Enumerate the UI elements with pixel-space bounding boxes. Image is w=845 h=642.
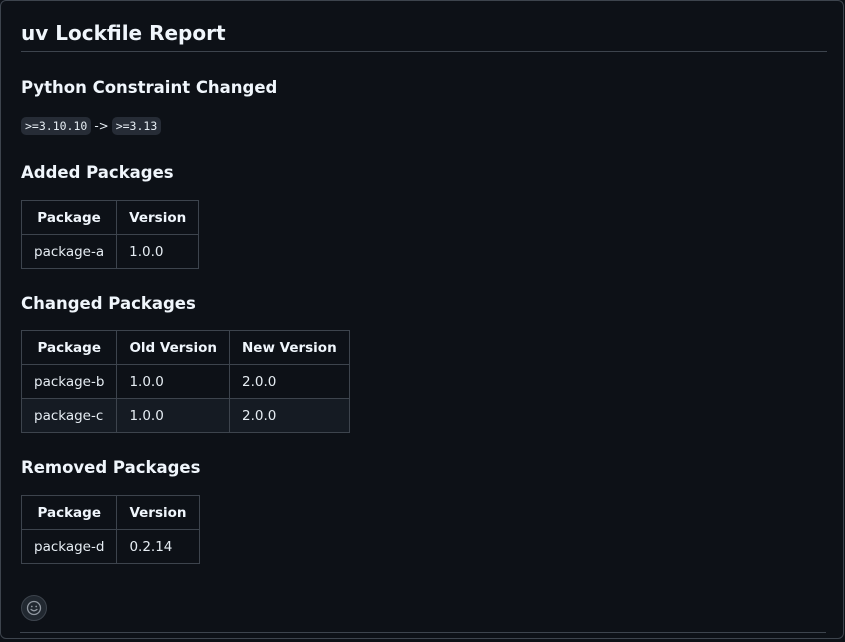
column-header: Package <box>20 495 118 530</box>
old-version-cell: 1.0.0 <box>116 364 230 399</box>
footer-divider <box>20 632 826 633</box>
added-packages-table: Package Version package-a 1.0.0 <box>20 200 200 269</box>
new-version-cell: 2.0.0 <box>228 364 350 399</box>
old-constraint: >=3.10.10 <box>21 117 92 135</box>
table-row: package-b 1.0.0 2.0.0 <box>20 364 350 399</box>
added-packages-heading: Added Packages <box>21 163 174 182</box>
column-header: Old Version <box>116 330 230 365</box>
table-row: package-d 0.2.14 <box>20 529 200 564</box>
changed-packages-heading: Changed Packages <box>21 294 196 313</box>
constraint-arrow: -> <box>94 119 109 133</box>
package-name-cell: package-c <box>20 398 118 433</box>
add-reaction-button[interactable] <box>21 595 47 621</box>
column-header: Version <box>116 495 200 530</box>
table-header-row: Package Version <box>20 495 200 530</box>
package-name-cell: package-d <box>20 529 118 564</box>
version-cell: 0.2.14 <box>116 529 200 564</box>
table-row: package-c 1.0.0 2.0.0 <box>20 398 350 433</box>
table-header-row: Package Version <box>20 200 200 235</box>
python-constraint-heading: Python Constraint Changed <box>21 78 278 97</box>
package-name-cell: package-b <box>20 364 118 399</box>
version-cell: 1.0.0 <box>116 234 200 269</box>
table-row: package-a 1.0.0 <box>20 234 200 269</box>
report-title: uv Lockfile Report <box>21 1 827 52</box>
smiley-icon <box>26 600 42 616</box>
changed-packages-table: Package Old Version New Version package-… <box>20 330 350 433</box>
report-body: uv Lockfile Report Python Constraint Cha… <box>20 1 827 564</box>
removed-packages-table: Package Version package-d 0.2.14 <box>20 495 200 564</box>
comment-frame: uv Lockfile Report Python Constraint Cha… <box>0 0 844 639</box>
column-header: Package <box>20 330 118 365</box>
column-header: Version <box>116 200 200 235</box>
new-constraint: >=3.13 <box>111 117 162 135</box>
old-version-cell: 1.0.0 <box>116 398 230 433</box>
new-version-cell: 2.0.0 <box>228 398 350 433</box>
python-constraint-line: >=3.10.10 -> >=3.13 <box>21 116 162 136</box>
removed-packages-heading: Removed Packages <box>21 458 201 477</box>
table-header-row: Package Old Version New Version <box>20 330 350 365</box>
column-header: New Version <box>228 330 350 365</box>
package-name-cell: package-a <box>20 234 118 269</box>
column-header: Package <box>20 200 118 235</box>
